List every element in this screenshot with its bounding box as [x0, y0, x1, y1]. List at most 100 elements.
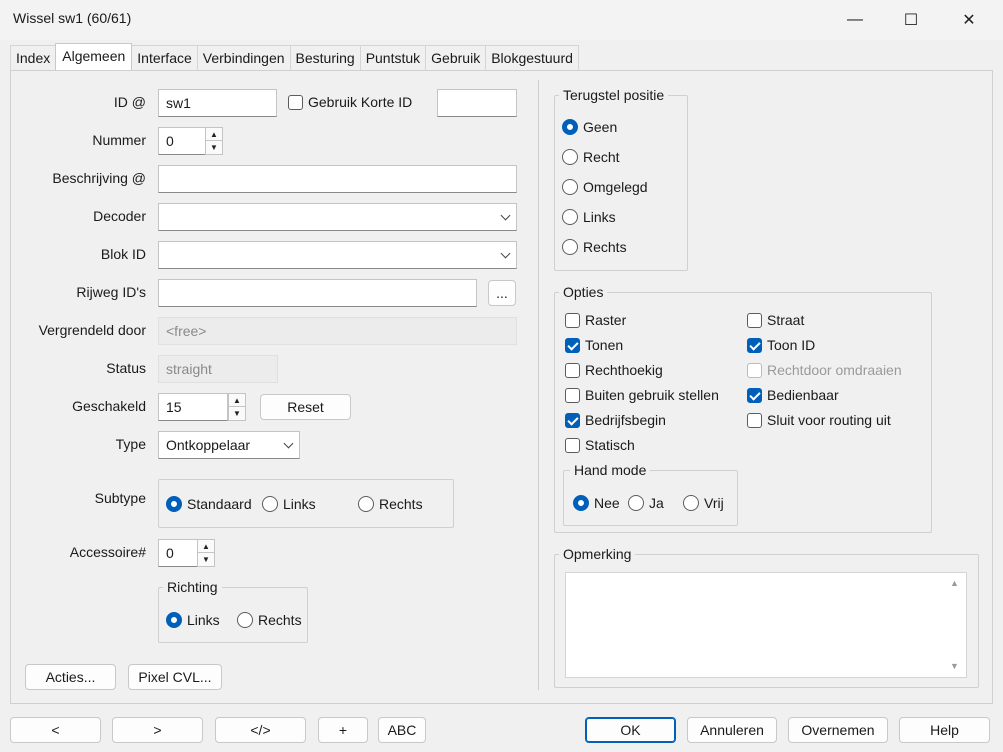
toon-id-checkbox[interactable]: Toon ID: [747, 337, 815, 353]
radio-icon[interactable]: [628, 495, 644, 511]
nummer-spinner[interactable]: ▲ ▼: [205, 127, 223, 155]
close-button[interactable]: ✕: [940, 0, 998, 40]
radio-icon[interactable]: [683, 495, 699, 511]
id-input[interactable]: sw1: [158, 89, 277, 117]
tab-besturing[interactable]: Besturing: [289, 45, 361, 71]
rijweg-input[interactable]: [158, 279, 477, 307]
annuleren-button[interactable]: Annuleren: [687, 717, 777, 743]
acties-button[interactable]: Acties...: [25, 664, 116, 690]
subtype-links-radio[interactable]: Links: [262, 496, 316, 512]
code-button[interactable]: </>: [215, 717, 306, 743]
straat-checkbox[interactable]: Straat: [747, 312, 804, 328]
type-select[interactable]: Ontkoppelaar: [158, 431, 300, 459]
radio-icon[interactable]: [562, 179, 578, 195]
checkbox-icon[interactable]: [747, 387, 762, 403]
raster-checkbox[interactable]: Raster: [565, 312, 626, 328]
spin-down-icon[interactable]: ▼: [198, 553, 214, 566]
radio-icon[interactable]: [237, 612, 253, 628]
spin-up-icon[interactable]: ▲: [198, 540, 214, 553]
tab-bar: Index Algemeen Interface Verbindingen Be…: [10, 43, 579, 71]
hand-mode-nee-radio[interactable]: Nee: [573, 495, 620, 511]
tab-verbindingen[interactable]: Verbindingen: [196, 45, 291, 71]
geschakeld-spinner[interactable]: ▲ ▼: [228, 393, 246, 421]
add-button[interactable]: +: [318, 717, 368, 743]
maximize-button[interactable]: ☐: [882, 0, 940, 40]
checkbox-icon[interactable]: [747, 312, 762, 328]
terugstel-rechts-radio[interactable]: Rechts: [562, 239, 627, 255]
radio-icon[interactable]: [573, 495, 589, 511]
subtype-standaard-radio[interactable]: Standaard: [166, 496, 252, 512]
pixel-cvl-button[interactable]: Pixel CVL...: [128, 664, 222, 690]
geschakeld-label: Geschakeld: [72, 398, 146, 414]
short-id-input[interactable]: [437, 89, 517, 117]
accessoire-spinner[interactable]: ▲ ▼: [197, 539, 215, 567]
sluit-routing-checkbox[interactable]: Sluit voor routing uit: [747, 412, 891, 428]
tab-puntstuk[interactable]: Puntstuk: [359, 45, 427, 71]
buiten-gebruik-checkbox[interactable]: Buiten gebruik stellen: [565, 387, 719, 403]
terugstel-links-radio[interactable]: Links: [562, 209, 616, 225]
short-id-check-box[interactable]: [288, 94, 303, 110]
reset-button[interactable]: Reset: [260, 394, 351, 420]
terugstel-recht-radio[interactable]: Recht: [562, 149, 620, 165]
radio-icon[interactable]: [358, 496, 374, 512]
spin-down-icon[interactable]: ▼: [206, 141, 222, 154]
blok-id-select[interactable]: [158, 241, 517, 269]
richting-links-radio[interactable]: Links: [166, 612, 220, 628]
opmerking-textarea[interactable]: [565, 572, 967, 678]
short-id-checkbox[interactable]: Gebruik Korte ID: [288, 94, 412, 110]
hand-mode-vrij-radio[interactable]: Vrij: [683, 495, 724, 511]
scroll-down-icon[interactable]: ▼: [950, 661, 959, 671]
terugstel-geen-radio[interactable]: Geen: [562, 119, 617, 135]
help-button[interactable]: Help: [899, 717, 990, 743]
terugstel-omgelegd-radio[interactable]: Omgelegd: [562, 179, 648, 195]
subtype-rechts-radio[interactable]: Rechts: [358, 496, 423, 512]
checkbox-icon[interactable]: [565, 312, 580, 328]
spin-up-icon[interactable]: ▲: [206, 128, 222, 141]
minimize-button[interactable]: —: [826, 0, 884, 40]
accessoire-input[interactable]: 0: [158, 539, 198, 567]
hand-mode-ja-radio[interactable]: Ja: [628, 495, 664, 511]
abc-button[interactable]: ABC: [378, 717, 426, 743]
next-button[interactable]: >: [112, 717, 203, 743]
geschakeld-input[interactable]: 15: [158, 393, 228, 421]
previous-button[interactable]: <: [10, 717, 101, 743]
radio-icon[interactable]: [166, 496, 182, 512]
tab-interface[interactable]: Interface: [131, 45, 198, 71]
tab-blokgestuurd[interactable]: Blokgestuurd: [485, 45, 579, 71]
rijweg-browse-button[interactable]: ...: [488, 280, 516, 306]
tab-algemeen[interactable]: Algemeen: [55, 43, 133, 71]
opmerking-title: Opmerking: [559, 546, 636, 562]
tab-index[interactable]: Index: [10, 45, 57, 71]
radio-icon[interactable]: [562, 209, 578, 225]
radio-icon[interactable]: [262, 496, 278, 512]
checkbox-label: Buiten gebruik stellen: [585, 387, 719, 403]
bedrijfsbegin-checkbox[interactable]: Bedrijfsbegin: [565, 412, 666, 428]
checkbox-icon[interactable]: [565, 387, 580, 403]
checkbox-icon[interactable]: [747, 337, 762, 353]
checkbox-icon[interactable]: [747, 412, 762, 428]
radio-label: Links: [283, 496, 316, 512]
tab-gebruik[interactable]: Gebruik: [425, 45, 487, 71]
nummer-input[interactable]: 0: [158, 127, 206, 155]
bedienbaar-checkbox[interactable]: Bedienbaar: [747, 387, 839, 403]
beschrijving-input[interactable]: [158, 165, 517, 193]
spin-up-icon[interactable]: ▲: [229, 394, 245, 407]
richting-rechts-radio[interactable]: Rechts: [237, 612, 302, 628]
checkbox-icon[interactable]: [565, 437, 580, 453]
rechthoekig-checkbox[interactable]: Rechthoekig: [565, 362, 663, 378]
status-input: straight: [158, 355, 278, 383]
spin-down-icon[interactable]: ▼: [229, 407, 245, 420]
decoder-select[interactable]: [158, 203, 517, 231]
statisch-checkbox[interactable]: Statisch: [565, 437, 635, 453]
scroll-up-icon[interactable]: ▲: [950, 578, 959, 588]
ok-button[interactable]: OK: [585, 717, 676, 743]
radio-icon[interactable]: [562, 239, 578, 255]
checkbox-icon[interactable]: [565, 412, 580, 428]
radio-icon[interactable]: [562, 149, 578, 165]
tonen-checkbox[interactable]: Tonen: [565, 337, 623, 353]
radio-icon[interactable]: [166, 612, 182, 628]
checkbox-icon[interactable]: [565, 337, 580, 353]
radio-icon[interactable]: [562, 119, 578, 135]
checkbox-icon[interactable]: [565, 362, 580, 378]
overnemen-button[interactable]: Overnemen: [788, 717, 888, 743]
